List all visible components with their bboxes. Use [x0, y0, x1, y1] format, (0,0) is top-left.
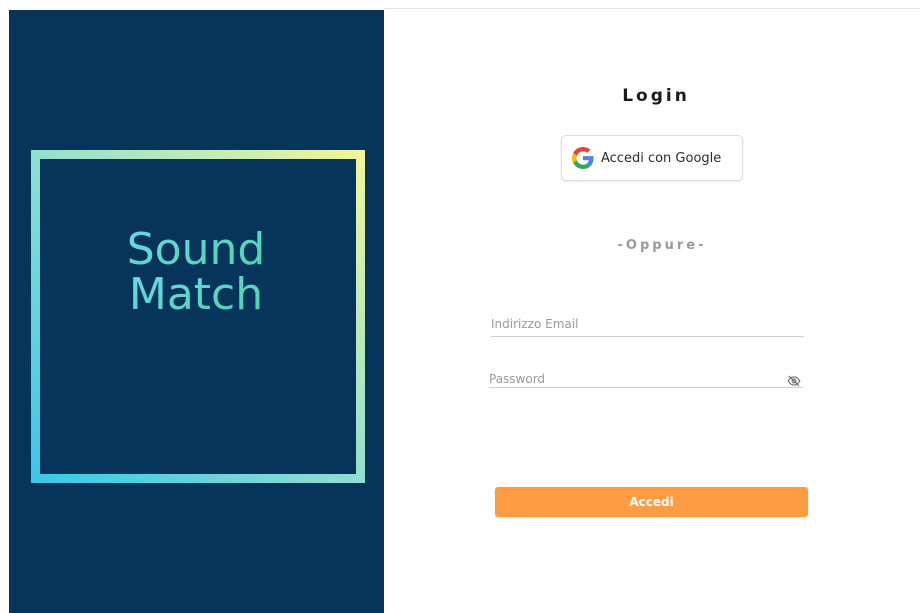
login-submit-button[interactable]: Accedi	[495, 487, 808, 517]
login-page: Sound Match Login Accedi con Google -Opp…	[0, 0, 920, 613]
brand-panel: Sound Match	[9, 10, 384, 613]
divider-text: -Oppure-	[617, 238, 707, 253]
google-icon	[572, 147, 594, 169]
password-field[interactable]	[489, 372, 802, 388]
logo-word-sound: Sound	[127, 224, 266, 275]
login-title: Login	[622, 86, 690, 106]
eye-off-icon[interactable]	[787, 374, 801, 388]
google-login-button[interactable]: Accedi con Google	[561, 135, 743, 181]
top-divider	[384, 8, 920, 9]
sound-wave-icon	[147, 325, 246, 409]
login-panel: Login Accedi con Google -Oppure- Accedi	[384, 10, 920, 613]
google-login-label: Accedi con Google	[601, 150, 722, 166]
sound-match-logo: Sound Match	[31, 150, 365, 483]
email-field[interactable]	[491, 315, 804, 337]
logo-word-match: Match	[129, 269, 263, 320]
